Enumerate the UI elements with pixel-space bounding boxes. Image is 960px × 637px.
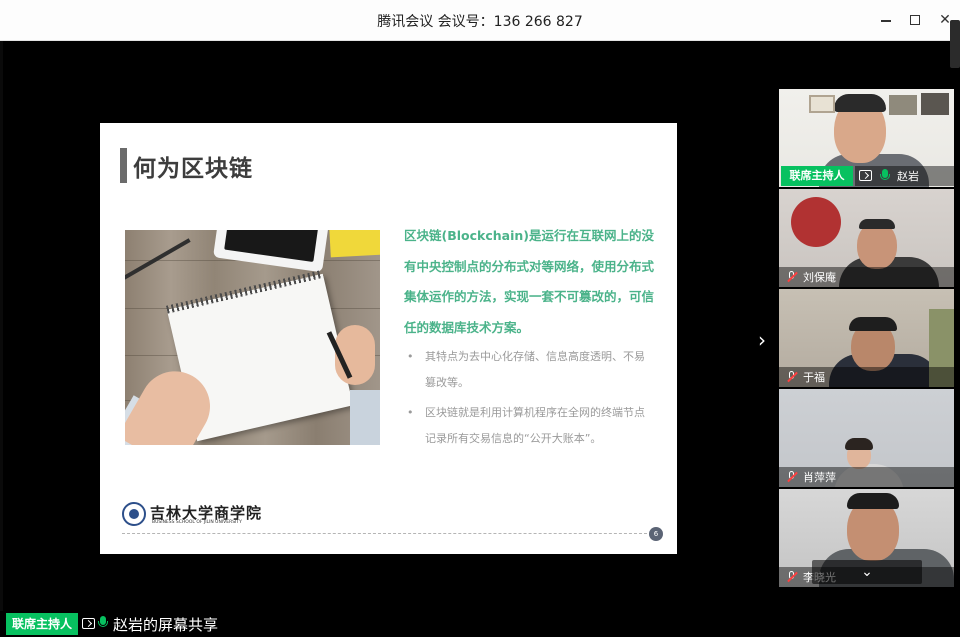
chevron-right-icon: › — [758, 328, 766, 352]
participant-hair — [845, 438, 873, 450]
mic-on-icon — [879, 169, 891, 183]
school-logo-icon — [122, 502, 146, 526]
screen-share-icon — [859, 170, 872, 181]
mic-muted-icon — [786, 371, 798, 383]
mic-muted-icon — [786, 271, 798, 283]
bullet-marker: • — [407, 350, 414, 363]
next-page-button[interactable]: › — [758, 328, 766, 352]
wall-frame — [921, 93, 949, 115]
video-tile[interactable]: 刘保庵 — [779, 189, 954, 287]
participant-name: 刘保庵 — [803, 271, 836, 284]
screen-share-icon — [82, 618, 95, 629]
wall-frame — [889, 95, 917, 115]
mic-on-icon — [97, 616, 109, 630]
minimize-icon — [881, 20, 891, 22]
slide-intro-text: 区块链(Blockchain)是运行在互联网上的没有中央控制点的分布式对等网络，… — [404, 228, 655, 335]
collapse-participants-button[interactable]: ⌄ — [812, 560, 922, 584]
participant-hair — [847, 493, 899, 509]
participant-hair — [834, 94, 886, 112]
mic-muted-icon — [786, 571, 798, 583]
school-name-english: BUSINESS SCHOOL OF JILIN UNIVERSITY — [152, 520, 242, 525]
participant-cap — [849, 317, 897, 331]
photo-sticky-note — [329, 230, 380, 258]
meeting-window: 腾讯会议 会议号：136 266 827 ✕ 何为区块链 区块链(Blockch… — [0, 0, 960, 637]
slide-divider — [122, 533, 647, 534]
photo-tablet — [213, 230, 331, 273]
screen-share-label: 赵岩的屏幕共享 — [113, 616, 219, 634]
photo-sleeve — [350, 390, 380, 445]
slide-bullet: • 其特点为去中心化存储、信息高度透明、不易篡改等。 — [407, 344, 655, 396]
video-tile[interactable]: 肖萍萍 — [779, 389, 954, 487]
chevron-down-icon: ⌄ — [861, 564, 873, 580]
photo-notebook-rings — [165, 269, 324, 314]
participant-name: 肖萍萍 — [803, 471, 836, 484]
left-edge — [0, 41, 3, 611]
school-logo-center — [129, 509, 139, 519]
slide-photo — [125, 230, 380, 445]
participant-label: 于福 — [779, 367, 954, 387]
mic-muted-icon — [786, 471, 798, 483]
wall-emblem — [791, 197, 841, 247]
slide-page-number: 6 — [649, 527, 663, 541]
wall-frame — [809, 95, 835, 113]
video-tile[interactable]: 于福 — [779, 289, 954, 387]
video-tile-host[interactable]: 联席主持人 赵岩 — [779, 89, 954, 187]
maximize-icon — [910, 15, 920, 25]
photo-tablet-screen — [224, 230, 321, 263]
bullet-text: 其特点为去中心化存储、信息高度透明、不易篡改等。 — [425, 350, 645, 389]
shared-slide: 何为区块链 区块链(Blockchain)是运行在互联网上的没有中央控制点的分布… — [100, 123, 677, 554]
slide-bullet: • 区块链就是利用计算机程序在全网的终端节点记录所有交易信息的“公开大账本”。 — [407, 400, 655, 452]
bullet-marker: • — [407, 406, 414, 419]
screen-share-status-bar: 联席主持人 赵岩的屏幕共享 — [0, 611, 960, 637]
participant-label: 肖萍萍 — [779, 467, 954, 487]
participant-label: 赵岩 — [855, 166, 954, 186]
participant-name: 赵岩 — [897, 170, 919, 183]
title-bar: 腾讯会议 会议号：136 266 827 ✕ — [0, 0, 960, 41]
minimize-button[interactable] — [876, 10, 896, 30]
cohost-badge: 联席主持人 — [6, 613, 78, 635]
participant-name: 于福 — [803, 371, 825, 384]
window-edge — [950, 20, 960, 68]
window-title: 腾讯会议 会议号：136 266 827 — [377, 14, 583, 30]
cohost-badge: 联席主持人 — [781, 166, 853, 186]
participant-label: 刘保庵 — [779, 267, 954, 287]
slide-title-marker — [120, 148, 127, 183]
maximize-button[interactable] — [905, 10, 925, 30]
bullet-text: 区块链就是利用计算机程序在全网的终端节点记录所有交易信息的“公开大账本”。 — [425, 406, 645, 445]
participant-hair — [859, 219, 895, 229]
slide-title: 何为区块链 — [133, 156, 253, 182]
